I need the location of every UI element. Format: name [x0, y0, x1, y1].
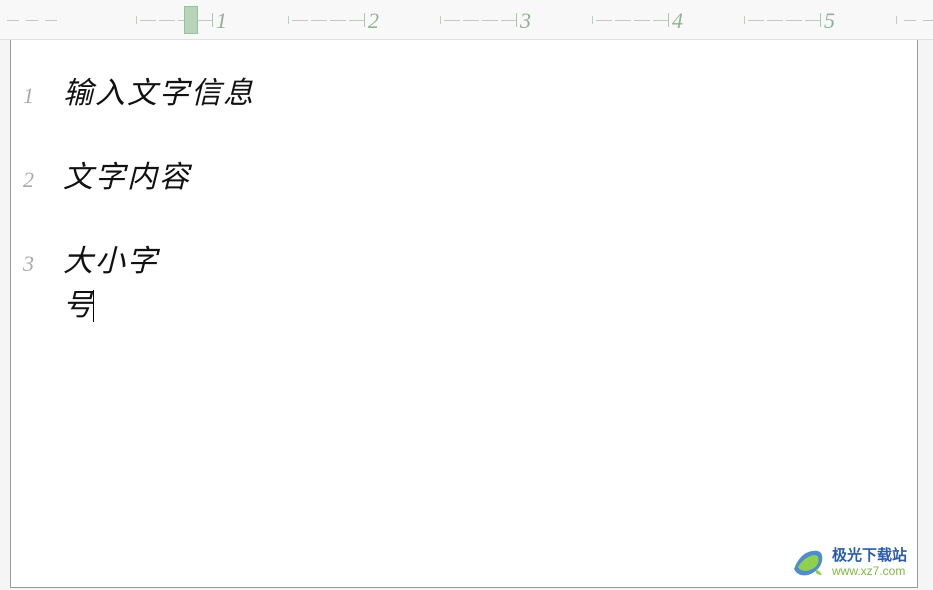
ruler-number: 4: [672, 8, 683, 34]
watermark-title: 极光下载站: [832, 548, 907, 565]
watermark: 极光下载站 www.xz7.com: [790, 545, 907, 581]
line-content[interactable]: 输入文字信息: [63, 68, 255, 112]
ruler-number: 5: [824, 8, 835, 34]
ruler-number: 2: [368, 8, 379, 34]
text-cursor: [93, 290, 94, 322]
line-content[interactable]: 文字内容: [63, 152, 191, 196]
horizontal-ruler[interactable]: 1 2 3 4 5: [0, 0, 933, 40]
aurora-logo-icon: [790, 545, 826, 581]
document-editor-area[interactable]: 1 输入文字信息 2 文字内容 3 大小字号 极光下载站 www.xz7.com: [10, 40, 918, 588]
line-number: 3: [23, 251, 53, 277]
ruler-number: 3: [520, 8, 531, 34]
text-line: 3 大小字号: [11, 236, 917, 324]
text-line: 1 输入文字信息: [11, 68, 917, 112]
watermark-url: www.xz7.com: [832, 565, 907, 578]
ruler-indent-marker[interactable]: [184, 6, 198, 34]
line-number: 2: [23, 167, 53, 193]
text-line: 2 文字内容: [11, 152, 917, 196]
line-content[interactable]: 大小字号: [63, 236, 190, 324]
line-number: 1: [23, 83, 53, 109]
ruler-number: 1: [216, 8, 227, 34]
